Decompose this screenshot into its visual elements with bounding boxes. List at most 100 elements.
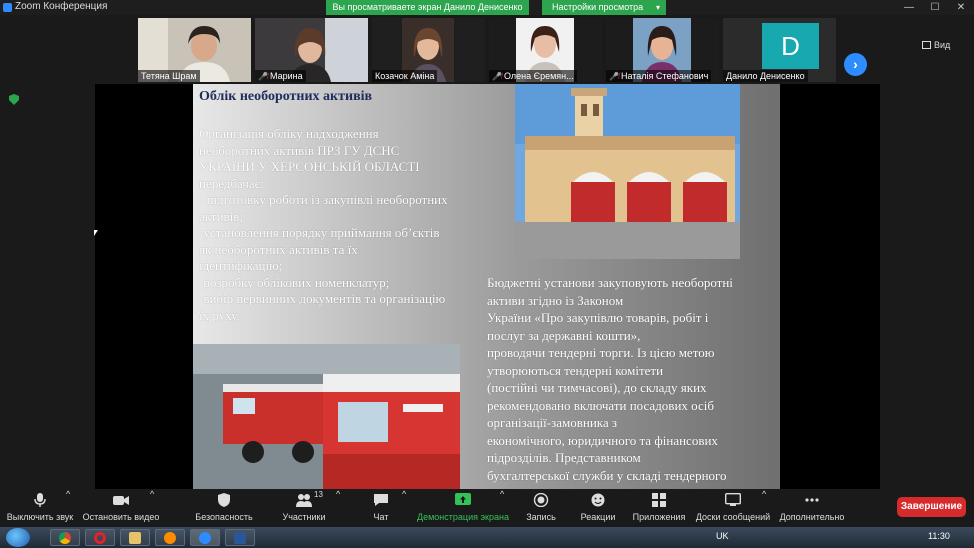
whiteboard-icon bbox=[725, 493, 741, 506]
fire-station-photo bbox=[515, 84, 740, 259]
smiley-icon bbox=[591, 493, 605, 507]
security-label: Безопасность bbox=[195, 512, 253, 522]
zoom-icon bbox=[3, 3, 12, 12]
end-meeting-button[interactable]: Завершение bbox=[897, 497, 966, 517]
shield-icon[interactable] bbox=[9, 94, 19, 105]
caret-up-icon[interactable]: ^ bbox=[762, 489, 766, 499]
view-button[interactable]: Вид bbox=[922, 40, 950, 50]
zoom-icon bbox=[199, 532, 211, 544]
more-button[interactable]: Дополнительно bbox=[776, 489, 848, 527]
caret-up-icon[interactable]: ^ bbox=[66, 489, 70, 499]
participant-name-text: Тетяна Шрам bbox=[141, 71, 197, 81]
text-line: (постійні чи тимчасові), до складу яких bbox=[487, 380, 707, 395]
text-line: -вибір первинних документів та організац… bbox=[199, 291, 446, 306]
chrome-icon bbox=[59, 532, 71, 544]
clock[interactable]: 11:30 bbox=[928, 531, 950, 541]
caret-up-icon[interactable]: ^ bbox=[402, 489, 406, 499]
maximize-button[interactable]: ☐ bbox=[922, 0, 948, 15]
shared-screen: Облік необоротних активів Організація об… bbox=[95, 84, 880, 489]
zoom-task[interactable] bbox=[190, 529, 220, 546]
language-indicator[interactable]: UK bbox=[716, 531, 729, 541]
text-line: рекомендовано включати посадових осіб bbox=[487, 397, 714, 413]
word-icon bbox=[234, 532, 246, 544]
security-button[interactable]: Безопасность bbox=[190, 489, 258, 527]
participant-name: 🎤̸ Олена Єремян... bbox=[489, 70, 577, 82]
participant-name: Данило Денисенко bbox=[723, 70, 808, 82]
next-page-button[interactable]: › bbox=[844, 53, 867, 76]
text-line: Організація обліку надходження bbox=[199, 126, 379, 141]
text-line: економічного, юридичного та фінансових bbox=[487, 432, 718, 448]
chevron-down-icon: ▾ bbox=[655, 3, 660, 12]
avatar: D bbox=[762, 23, 819, 69]
whiteboard-button[interactable]: Доски сообщений bbox=[694, 489, 772, 527]
text-line: підрозділів. Представником bbox=[487, 450, 641, 465]
text-line: України «Про закупівлю товарів, робіт і bbox=[487, 310, 709, 325]
participant-strip: Тетяна Шрам 🎤̸ Марина Козачок Аміна 🎤̸ О… bbox=[0, 15, 974, 83]
close-button[interactable]: ✕ bbox=[948, 0, 974, 15]
folder-icon bbox=[129, 532, 141, 544]
window-title: Zoom Конференция bbox=[15, 1, 108, 12]
chat-button[interactable]: Чат bbox=[360, 489, 402, 527]
chrome-task[interactable] bbox=[50, 529, 80, 546]
chat-icon bbox=[374, 494, 388, 506]
mouse-cursor-icon bbox=[94, 230, 98, 236]
share-banner: Вы просматриваете экран Данило Денисенко bbox=[326, 0, 529, 15]
participant-tile[interactable]: Козачок Аміна bbox=[372, 18, 485, 82]
share-screen-button[interactable]: Демонстрация экрана bbox=[416, 489, 510, 527]
slide-left-text: Організація обліку надходження необоротн… bbox=[199, 126, 484, 324]
slide-right-text: Бюджетні установи закуповують необоротні… bbox=[487, 274, 773, 484]
camera-icon bbox=[113, 496, 129, 505]
text-line: ідентифікацію; bbox=[199, 258, 283, 273]
participant-tile[interactable]: 🎤̸ Марина bbox=[255, 18, 368, 82]
participant-name-text: Марина bbox=[269, 71, 303, 81]
text-line: УКРАЇНИ У ХЕРСОНСЬКІЙ ОБЛАСТІ bbox=[199, 159, 420, 174]
text-line: - підготовку роботи із закупівлі необоро… bbox=[199, 192, 448, 207]
mic-muted-icon: 🎤̸ bbox=[492, 72, 502, 81]
participants-button[interactable]: 13 Участники bbox=[276, 489, 332, 527]
text-line: утворюються тендерні комітети bbox=[487, 362, 664, 378]
participant-name-text: Данило Денисенко bbox=[726, 71, 805, 81]
stop-video-button[interactable]: Остановить видео bbox=[82, 489, 160, 527]
share-label: Демонстрация экрана bbox=[417, 512, 509, 522]
participant-tile[interactable]: 🎤̸ Наталія Стефанович bbox=[606, 18, 719, 82]
participant-tile[interactable]: Тетяна Шрам bbox=[138, 18, 251, 82]
share-screen-icon bbox=[455, 493, 471, 505]
record-button[interactable]: Запись bbox=[520, 489, 562, 527]
caret-up-icon[interactable]: ^ bbox=[500, 489, 504, 499]
participant-tile[interactable]: D Данило Денисенко bbox=[723, 18, 836, 82]
caret-up-icon[interactable]: ^ bbox=[336, 489, 340, 499]
windows-taskbar: UK 11:30 bbox=[0, 527, 974, 548]
text-line: передбачає: bbox=[199, 175, 264, 191]
meeting-toolbar: Выключить звук ^ Остановить видео ^ Безо… bbox=[0, 489, 974, 527]
text-line: -установлення порядку приймання об’єктів bbox=[199, 225, 440, 240]
text-line: послуг за державні кошти», bbox=[487, 327, 641, 343]
slide-title: Облік необоротних активів bbox=[199, 89, 373, 104]
reactions-label: Реакции bbox=[580, 512, 616, 522]
text-line: їх руху. bbox=[199, 307, 240, 323]
explorer-task[interactable] bbox=[120, 529, 150, 546]
view-options-button[interactable]: Настройки просмотра ▾ bbox=[542, 0, 666, 15]
media-task[interactable] bbox=[155, 529, 185, 546]
mic-muted-icon: 🎤̸ bbox=[258, 72, 268, 81]
start-button[interactable] bbox=[6, 528, 30, 547]
apps-icon bbox=[652, 493, 666, 507]
reactions-button[interactable]: Реакции bbox=[576, 489, 620, 527]
media-player-icon bbox=[164, 532, 176, 544]
participant-name-text: Олена Єремян... bbox=[503, 71, 574, 81]
participant-tile[interactable]: 🎤̸ Олена Єремян... bbox=[489, 18, 602, 82]
presentation-slide: Облік необоротних активів Організація об… bbox=[193, 84, 780, 489]
minimize-button[interactable]: — bbox=[896, 0, 922, 15]
caret-up-icon[interactable]: ^ bbox=[150, 489, 154, 499]
mute-label: Выключить звук bbox=[6, 512, 74, 522]
text-line: -розробку облікових номенклатур; bbox=[199, 274, 390, 290]
shield-icon bbox=[218, 493, 230, 507]
participants-count: 13 bbox=[314, 490, 323, 499]
participant-name: Тетяна Шрам bbox=[138, 70, 200, 82]
opera-task[interactable] bbox=[85, 529, 115, 546]
text-line: активів; bbox=[199, 208, 244, 224]
apps-label: Приложения bbox=[632, 512, 686, 522]
apps-button[interactable]: Приложения bbox=[630, 489, 688, 527]
mic-muted-icon: 🎤̸ bbox=[609, 72, 619, 81]
word-task[interactable] bbox=[225, 529, 255, 546]
video-label: Остановить видео bbox=[82, 512, 160, 522]
